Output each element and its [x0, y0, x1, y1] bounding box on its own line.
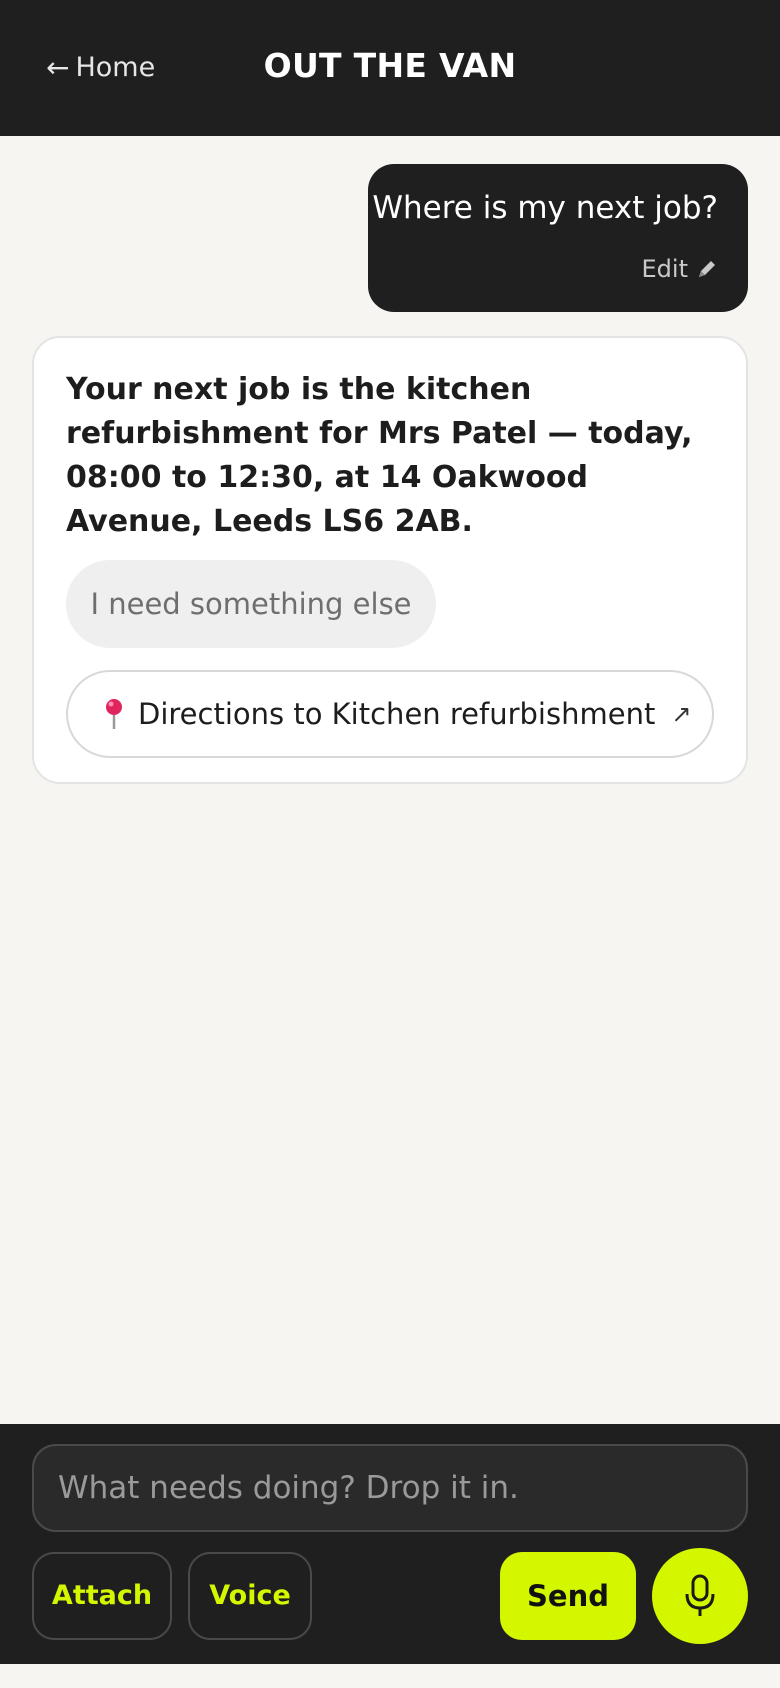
assistant-message-card: Your next job is the kitchen refurbishme…	[32, 336, 748, 784]
edit-label: Edit	[641, 255, 688, 283]
directions-label: Directions to Kitchen refurbishment	[138, 697, 656, 731]
pencil-icon	[699, 261, 715, 277]
attach-button[interactable]: Attach	[32, 1552, 172, 1640]
voice-button[interactable]: Voice	[188, 1552, 312, 1640]
assistant-message-text: Your next job is the kitchen refurbishme…	[66, 372, 693, 539]
user-message-bubble: Where is my next job? Edit	[368, 164, 748, 312]
user-message-text: Where is my next job?	[372, 190, 718, 226]
message-composer: Attach Voice Send	[0, 1424, 780, 1664]
need-something-else-button[interactable]: I need something else	[66, 560, 436, 648]
app-header: ← Home OUT THE VAN	[0, 0, 780, 136]
send-button[interactable]: Send	[500, 1552, 636, 1640]
directions-button[interactable]: Directions to Kitchen refurbishment ↗	[66, 670, 714, 758]
app-title: OUT THE VAN	[263, 46, 517, 85]
microphone-icon	[685, 1574, 715, 1616]
microphone-button[interactable]	[652, 1548, 748, 1644]
map-pin-icon	[106, 699, 122, 729]
message-input[interactable]	[32, 1444, 748, 1532]
edit-message-button[interactable]: Edit	[642, 252, 718, 286]
external-link-icon: ↗	[671, 700, 692, 728]
